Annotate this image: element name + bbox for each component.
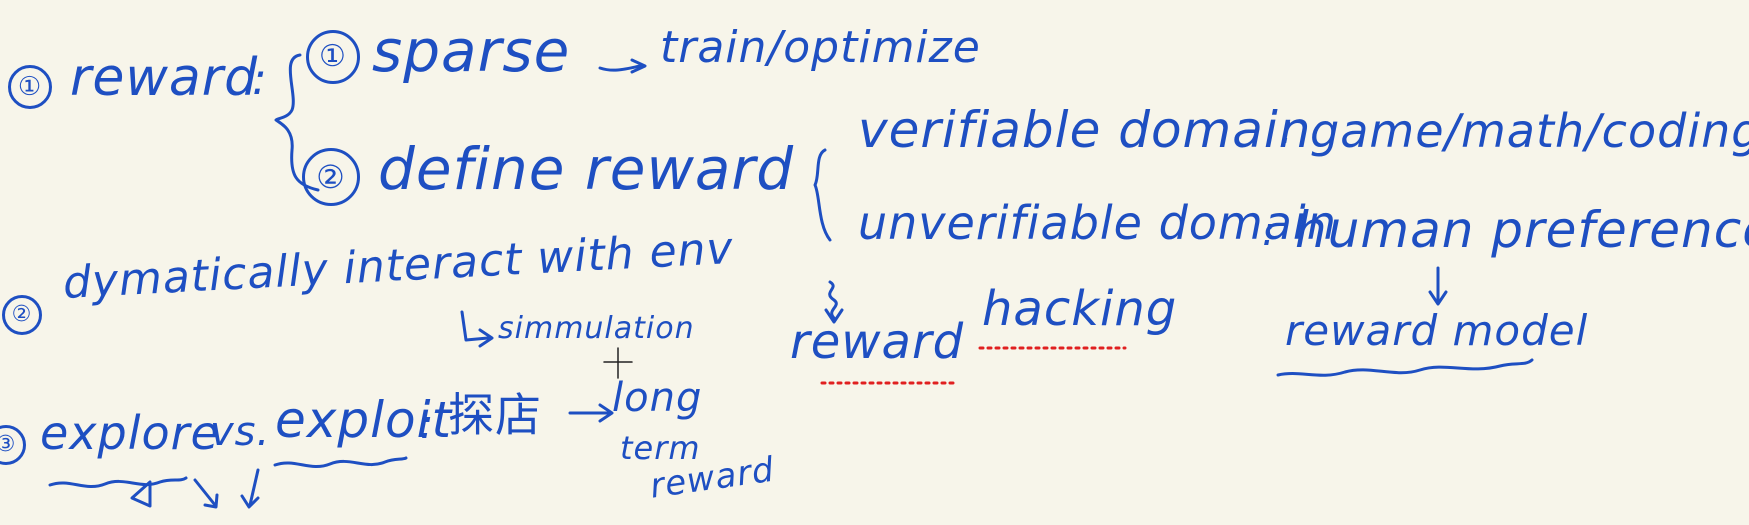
- verifiable-colon: :: [1280, 107, 1295, 153]
- train-optimize-label: train/optimize: [660, 22, 981, 73]
- human-preference-label: human preference: [1295, 201, 1749, 259]
- sparse-label: sparse: [372, 17, 571, 85]
- sub-number-2: ②: [302, 148, 360, 206]
- squiggle-arrow: [828, 280, 838, 320]
- reward-colon: :: [252, 54, 268, 105]
- item-number-1: ①: [8, 65, 52, 109]
- game-math-coding-label: game/math/coding: [1310, 104, 1749, 158]
- explore-arrow-1: [193, 478, 217, 507]
- underline-explore: [48, 476, 188, 489]
- sub-number-1: ①: [306, 30, 360, 84]
- reward-model-label: reward model: [1285, 306, 1589, 355]
- long-label: long: [612, 375, 703, 421]
- item-number-2: ②: [2, 295, 42, 335]
- cjk-label: 探店: [448, 388, 542, 442]
- reward-hacking-hacking: hacking: [982, 281, 1178, 337]
- verifiable-domain-label: verifiable domain: [858, 101, 1312, 159]
- reward-heading: reward: [70, 48, 259, 108]
- underline-exploit: [273, 456, 408, 469]
- underline-reward-model: [1276, 358, 1534, 377]
- define-reward-label: define reward: [378, 135, 795, 203]
- simulation-arrow: [460, 310, 490, 342]
- exploit-colon: :: [420, 402, 435, 448]
- simulation-label: simmulation: [498, 311, 695, 346]
- handwritten-notes-canvas: ① reward : ① sparse train/optimize ② def…: [0, 0, 1749, 525]
- unverifiable-colon: :: [1262, 209, 1277, 255]
- explore-label: explore: [40, 406, 220, 460]
- term-label: term: [620, 429, 701, 467]
- vs-label: vs.: [210, 409, 271, 455]
- brace-domain: [813, 148, 832, 242]
- reward-hacking-reward: reward: [790, 314, 965, 370]
